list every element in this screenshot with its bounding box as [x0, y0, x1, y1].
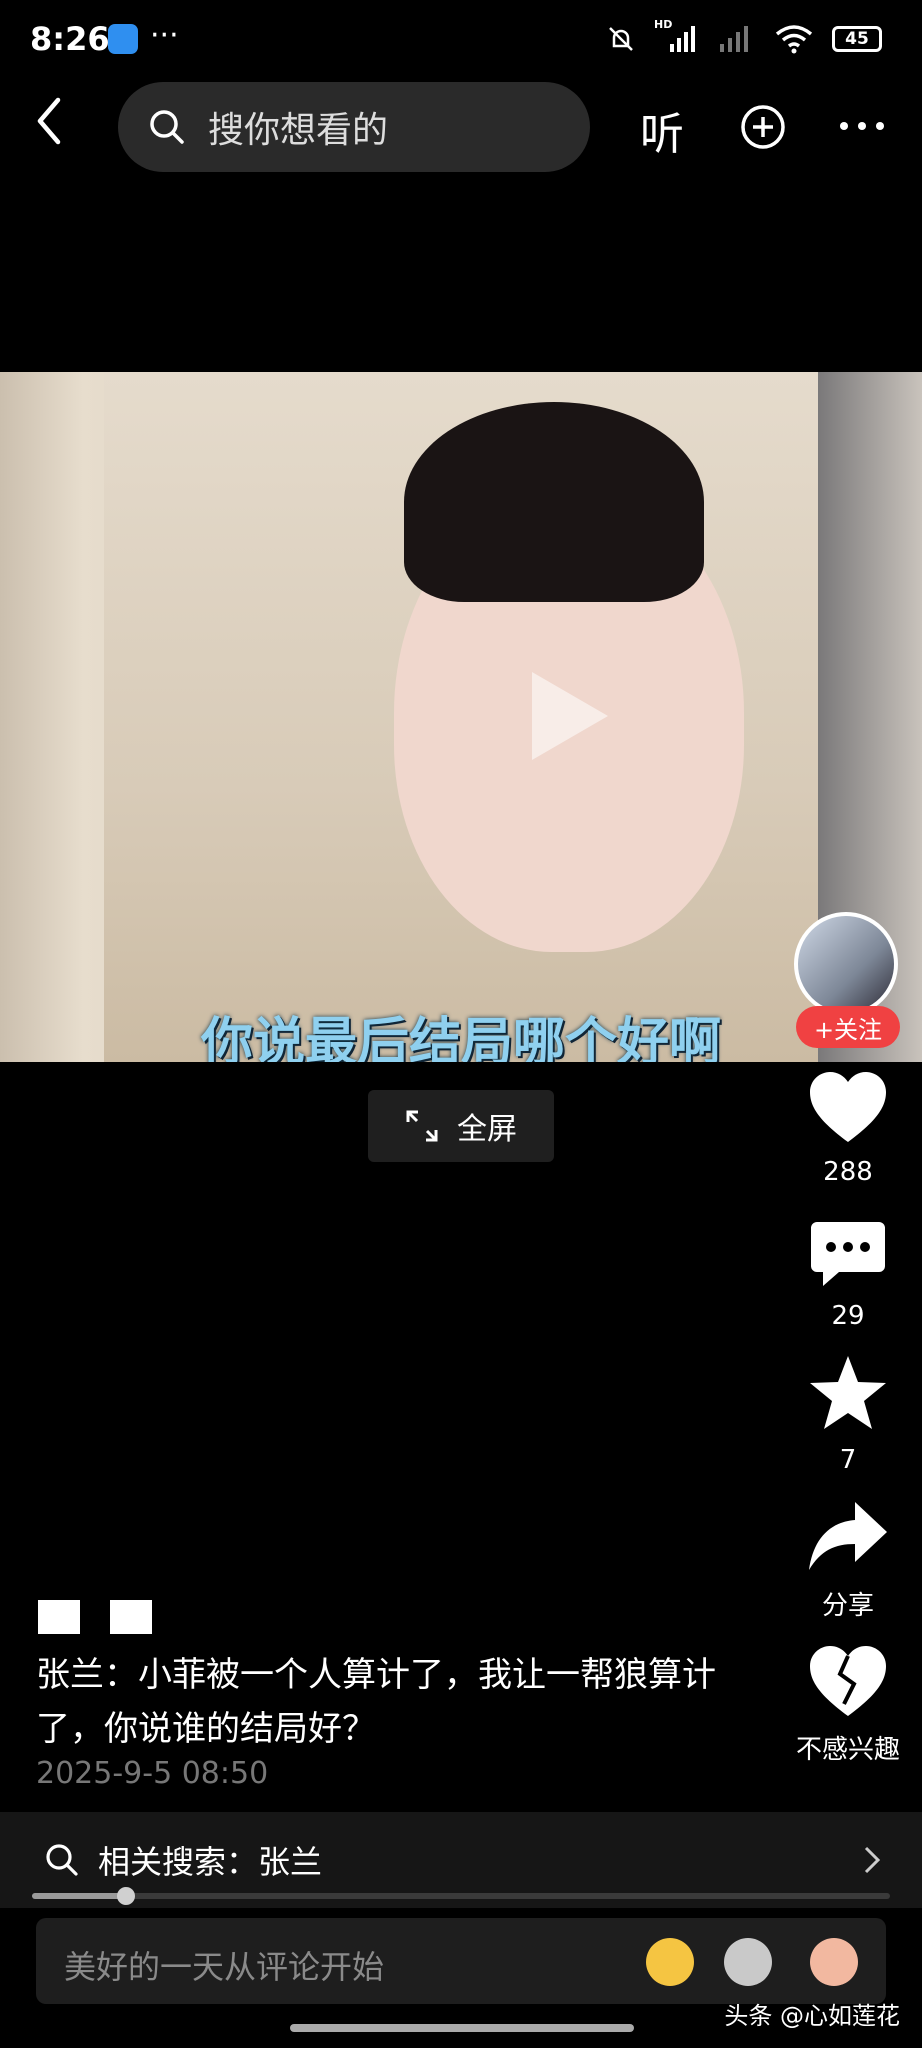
comment-button[interactable]: 29: [778, 1220, 918, 1331]
comment-icon: [811, 1222, 885, 1286]
comment-placeholder: 美好的一天从评论开始: [64, 1948, 385, 1986]
battery-icon: 45: [832, 26, 882, 52]
status-indicators: HD 45: [606, 18, 882, 54]
like-count: 288: [823, 1157, 873, 1187]
progress-fill: [32, 1893, 127, 1899]
fullscreen-button[interactable]: 全屏: [368, 1090, 554, 1162]
post-caption: 张兰：小菲被一个人算计了，我让一帮狼算计了，你说谁的结局好？: [36, 1655, 716, 1749]
emoji-clapping-hands-icon[interactable]: [810, 1938, 858, 1986]
not-interested-button[interactable]: 不感兴趣: [778, 1644, 918, 1766]
like-button[interactable]: 288: [778, 1070, 918, 1187]
share-button[interactable]: 分享: [778, 1500, 918, 1622]
related-search-label: 相关搜索：张兰: [98, 1843, 323, 1881]
listen-button[interactable]: 听: [640, 98, 684, 162]
expand-icon: [406, 1110, 438, 1142]
play-icon[interactable]: [532, 672, 608, 760]
status-time: 8:26: [30, 20, 110, 58]
heart-icon: [810, 1072, 886, 1142]
home-indicator[interactable]: [290, 2024, 634, 2032]
broken-heart-icon: [810, 1646, 886, 1716]
comment-input[interactable]: 美好的一天从评论开始: [36, 1918, 886, 2004]
video-person-hair: [404, 402, 704, 602]
post-date: 2025-9-5 08:50: [36, 1756, 269, 1791]
wifi-icon: [775, 25, 813, 54]
not-interested-label: 不感兴趣: [795, 1735, 900, 1765]
search-icon: [150, 110, 184, 144]
favorite-button[interactable]: 7: [778, 1354, 918, 1475]
watermark: 头条 @心如莲花: [724, 2002, 900, 2030]
video-subtitle: 你说最后结局哪个好啊: [200, 1013, 721, 1062]
author-avatar[interactable]: [794, 912, 898, 1016]
share-label: 分享: [821, 1591, 874, 1621]
emoji-shocked-face-icon[interactable]: [724, 1938, 772, 1986]
chevron-right-icon: [864, 1846, 881, 1874]
comment-count: 29: [831, 1301, 865, 1331]
search-bar[interactable]: 搜你想看的: [118, 82, 590, 172]
video-frame: [104, 372, 818, 1062]
status-more-dots: ···: [150, 18, 179, 53]
plus-circle-icon[interactable]: [740, 104, 786, 150]
follow-button[interactable]: +关注: [796, 1006, 900, 1048]
search-placeholder: 搜你想看的: [208, 110, 389, 151]
hd-label: HD: [654, 18, 673, 31]
video-progress-bar[interactable]: [32, 1887, 890, 1905]
back-arrow-icon[interactable]: [32, 96, 68, 146]
author-name-redacted[interactable]: [38, 1600, 152, 1638]
signal-hd-icon: HD: [654, 18, 698, 54]
share-icon: [809, 1502, 887, 1570]
search-icon: [46, 1844, 78, 1876]
emoji-steam-face-icon[interactable]: [646, 1938, 694, 1986]
signal-weak-icon: [720, 26, 748, 52]
video-player[interactable]: 你说最后结局哪个好啊: [0, 372, 922, 1062]
favorite-count: 7: [839, 1445, 857, 1475]
star-icon: [810, 1356, 886, 1429]
more-icon[interactable]: [838, 120, 886, 132]
app-notification-icon: [108, 24, 138, 54]
fullscreen-label: 全屏: [457, 1112, 517, 1147]
mute-bell-icon: [609, 27, 633, 51]
